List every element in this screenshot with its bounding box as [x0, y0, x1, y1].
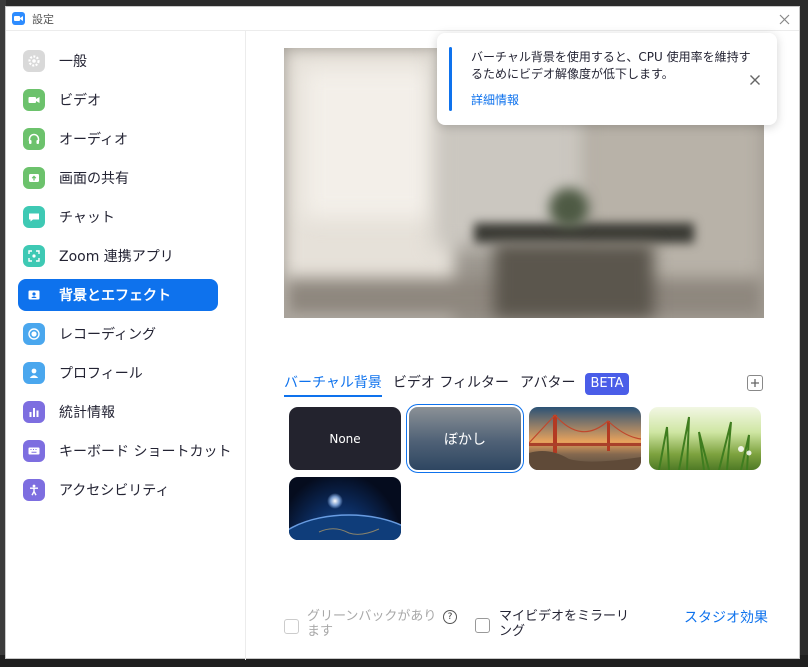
gear-icon — [23, 50, 45, 72]
sidebar-item-audio[interactable]: オーディオ — [18, 123, 218, 155]
background-tabs: バーチャル背景 ビデオ フィルター アバター BETA — [284, 371, 630, 397]
sidebar-item-label: チャット — [59, 210, 115, 226]
settings-sidebar: 一般 ビデオ オーディオ 画面の共有 チャット Zoom 連携アプリ 背景とエフ… — [6, 31, 246, 660]
sidebar-item-statistics[interactable]: 統計情報 — [18, 396, 218, 428]
sidebar-item-label: 統計情報 — [59, 405, 115, 421]
background-icon — [23, 284, 45, 306]
sidebar-item-general[interactable]: 一般 — [18, 45, 218, 77]
earth-image — [289, 514, 401, 540]
apps-icon — [23, 245, 45, 267]
bar-chart-icon — [23, 401, 45, 423]
green-screen-checkbox[interactable] — [284, 619, 299, 634]
chat-bubble-icon — [23, 206, 45, 228]
video-camera-icon — [23, 89, 45, 111]
sidebar-item-label: Zoom 連携アプリ — [59, 249, 174, 265]
studio-effects-link[interactable]: スタジオ効果 — [684, 607, 768, 627]
tooltip-accent-bar — [449, 47, 452, 111]
background-option-golden-gate-bridge[interactable] — [529, 407, 641, 470]
sidebar-item-label: オーディオ — [59, 132, 129, 148]
bridge-image — [529, 414, 641, 470]
sidebar-item-label: アクセシビリティ — [59, 483, 170, 499]
share-screen-icon — [23, 167, 45, 189]
close-icon — [750, 75, 760, 85]
background-option-grass[interactable] — [649, 407, 761, 470]
sidebar-item-chat[interactable]: チャット — [18, 201, 218, 233]
tab-avatars[interactable]: アバター — [520, 371, 575, 397]
headphones-icon — [23, 128, 45, 150]
add-background-button[interactable] — [747, 375, 763, 391]
settings-window: 設定 一般 ビデオ オーディオ 画面の共有 チャット Zoom 連携アプリ 背景… — [5, 6, 800, 660]
sidebar-item-accessibility[interactable]: アクセシビリティ — [18, 474, 218, 506]
background-option-blur[interactable]: ぼかし — [409, 407, 521, 470]
background-app-right — [800, 0, 808, 667]
window-title: 設定 — [32, 12, 54, 26]
learn-more-link[interactable]: 詳細情報 — [471, 91, 519, 108]
background-option-label: ぼかし — [444, 431, 486, 448]
accessibility-icon — [23, 479, 45, 501]
sidebar-item-label: ビデオ — [59, 93, 101, 109]
tab-virtual-background[interactable]: バーチャル背景 — [284, 371, 382, 397]
tooltip-message: バーチャル背景を使用すると、CPU 使用率を維持するためにビデオ解像度が低下しま… — [471, 50, 751, 81]
green-screen-label: グリーンバックがあります — [307, 609, 437, 639]
mirror-video-label: マイビデオをミラーリング — [499, 609, 630, 639]
person-icon — [23, 362, 45, 384]
beta-badge: BETA — [584, 373, 630, 395]
sidebar-item-label: レコーディング — [59, 327, 157, 343]
keyboard-icon — [23, 440, 45, 462]
sidebar-item-label: 画面の共有 — [59, 171, 129, 187]
sidebar-item-video[interactable]: ビデオ — [18, 84, 218, 116]
close-icon — [779, 14, 789, 24]
sidebar-item-label: 背景とエフェクト — [59, 288, 171, 304]
sidebar-item-profile[interactable]: プロフィール — [18, 357, 218, 389]
grass-image — [658, 416, 752, 470]
sidebar-item-label: 一般 — [59, 54, 87, 70]
sidebar-item-zoom-apps[interactable]: Zoom 連携アプリ — [18, 240, 218, 272]
record-icon — [23, 323, 45, 345]
sidebar-item-label: プロフィール — [59, 366, 143, 382]
sidebar-item-keyboard-shortcuts[interactable]: キーボード ショートカット — [18, 435, 231, 467]
background-options-row: グリーンバックがあります ? マイビデオをミラーリング スタジオ効果 — [247, 603, 799, 643]
tab-video-filters[interactable]: ビデオ フィルター — [393, 371, 509, 397]
sidebar-item-background-effects[interactable]: 背景とエフェクト — [18, 279, 218, 311]
background-option-label: None — [329, 431, 361, 446]
settings-content: バーチャル背景を使用すると、CPU 使用率を維持するためにビデオ解像度が低下しま… — [247, 31, 799, 660]
sidebar-item-label: キーボード ショートカット — [59, 444, 232, 460]
background-option-earth-from-space[interactable] — [289, 477, 401, 540]
help-icon[interactable]: ? — [443, 610, 457, 624]
mirror-video-checkbox[interactable] — [475, 618, 490, 633]
tooltip-close-button[interactable] — [749, 71, 765, 87]
sidebar-item-recording[interactable]: レコーディング — [18, 318, 218, 350]
title-bar: 設定 — [6, 7, 799, 31]
window-close-button[interactable] — [775, 10, 793, 28]
background-option-none[interactable]: None — [289, 407, 401, 470]
cpu-warning-tooltip: バーチャル背景を使用すると、CPU 使用率を維持するためにビデオ解像度が低下しま… — [437, 33, 777, 125]
zoom-app-icon — [12, 12, 25, 25]
plus-icon — [751, 379, 759, 387]
sidebar-item-share-screen[interactable]: 画面の共有 — [18, 162, 218, 194]
